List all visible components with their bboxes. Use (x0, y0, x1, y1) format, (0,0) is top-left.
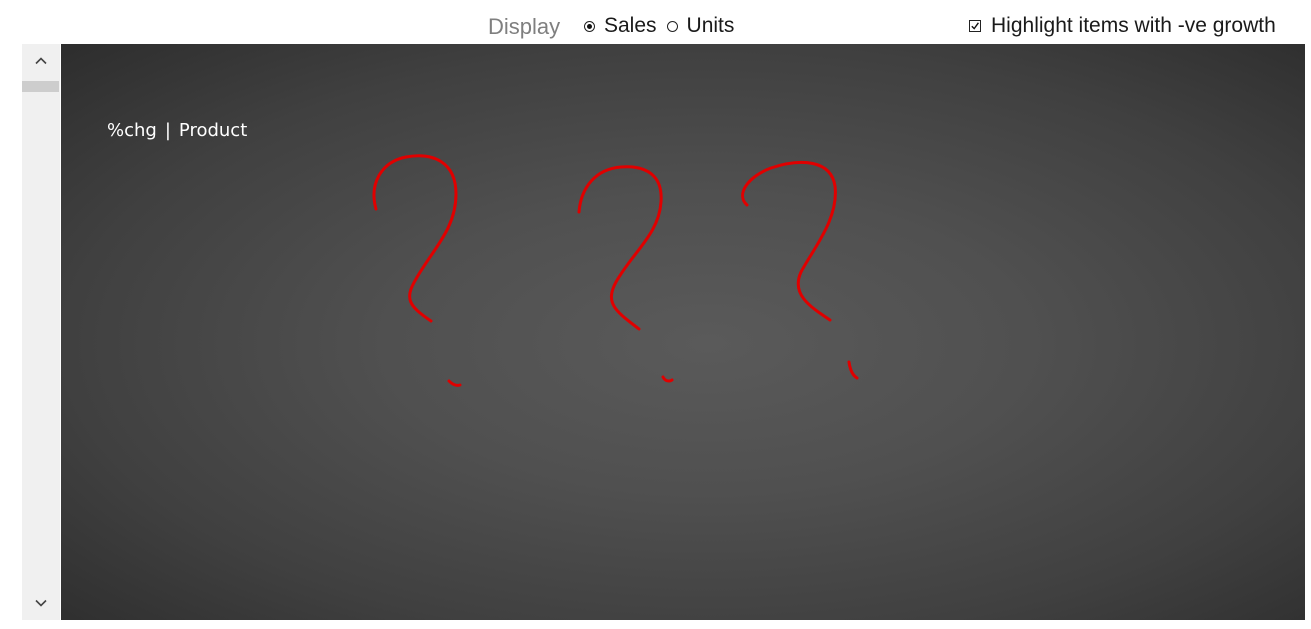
display-radio-group: Sales Units (584, 14, 744, 38)
scroll-thumb[interactable] (22, 81, 59, 92)
highlight-negative-growth-toggle[interactable]: Highlight items with -ve growth (969, 14, 1276, 38)
radio-units[interactable]: Units (666, 14, 735, 38)
radio-sales-indicator[interactable] (584, 20, 595, 32)
radio-sales-label[interactable]: Sales (604, 14, 657, 38)
question-mark-3-dot (847, 360, 859, 380)
display-label: Display (488, 14, 561, 39)
highlight-checkbox-label[interactable]: Highlight items with -ve growth (991, 14, 1276, 38)
question-mark-2-dot (661, 375, 674, 383)
radio-sales[interactable]: Sales (584, 14, 657, 38)
scroll-down-button[interactable] (22, 586, 60, 620)
dashboard-page: Display Sales Units Highlight items with… (0, 0, 1311, 629)
question-mark-3 (741, 161, 837, 322)
chevron-up-icon (35, 57, 47, 65)
highlight-checkbox[interactable] (969, 20, 981, 32)
checkmark-icon (971, 22, 979, 30)
radio-units-indicator[interactable] (666, 20, 678, 32)
question-mark-1 (372, 154, 458, 323)
question-marks-drawing (372, 154, 859, 387)
question-mark-1-dot (447, 379, 462, 387)
radio-units-label[interactable]: Units (687, 14, 735, 38)
scroll-up-button[interactable] (22, 44, 60, 78)
question-mark-2 (577, 165, 663, 331)
chevron-down-icon (35, 599, 47, 607)
vertical-scrollbar[interactable] (22, 44, 60, 620)
chart-panel: %chg | Product (61, 44, 1305, 620)
